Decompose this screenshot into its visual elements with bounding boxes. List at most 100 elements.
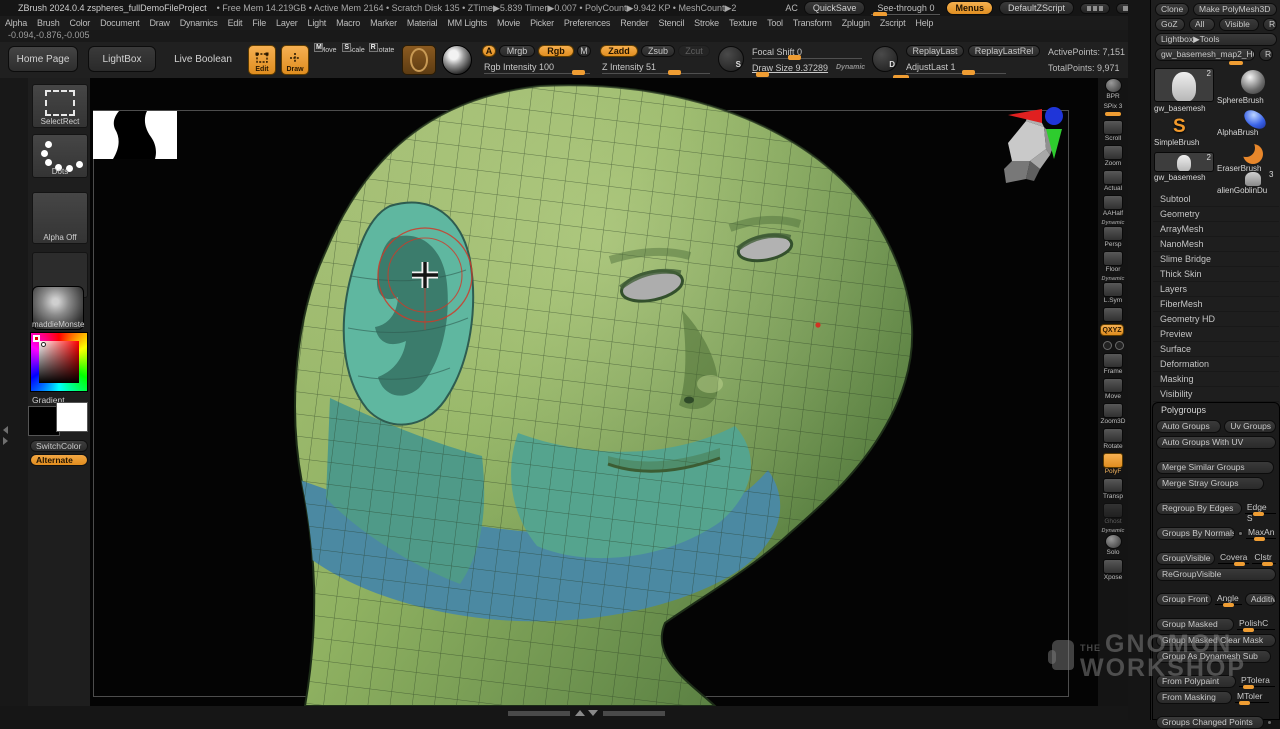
mask-tolerance-slider[interactable]: MToler xyxy=(1235,691,1269,703)
normals-radio-dot[interactable] xyxy=(1238,531,1243,536)
active-tool-r-button[interactable]: R xyxy=(1259,48,1273,61)
section-surface[interactable]: Surface xyxy=(1153,342,1279,357)
menu-dynamics[interactable]: Dynamics xyxy=(175,18,223,28)
section-layers[interactable]: Layers xyxy=(1153,282,1279,297)
see-through-slider[interactable]: See-through 0 xyxy=(871,2,940,15)
section-fibermesh[interactable]: FiberMesh xyxy=(1153,297,1279,312)
saturation-square[interactable] xyxy=(39,341,79,383)
rgb-toggle[interactable]: Rgb xyxy=(538,45,574,57)
focal-shift-nub[interactable] xyxy=(788,55,801,60)
basemesh-thumbnail[interactable]: 2 xyxy=(1154,152,1214,172)
camera-orientation-gizmo[interactable] xyxy=(990,105,1076,197)
solo-button[interactable]: DynamicSolo xyxy=(1100,528,1126,557)
menu-movie[interactable]: Movie xyxy=(492,18,525,28)
floor-button[interactable]: Floor xyxy=(1100,251,1126,274)
menus-button[interactable]: Menus xyxy=(946,1,993,15)
menu-render[interactable]: Render xyxy=(615,18,653,28)
coverage-slider[interactable]: Covera xyxy=(1218,552,1249,564)
zcut-toggle[interactable]: Zcut xyxy=(678,45,710,57)
mrgb-toggle[interactable]: Mrgb xyxy=(499,45,535,57)
frame-button[interactable]: Frame xyxy=(1100,353,1126,376)
angle-slider[interactable]: Angle xyxy=(1215,593,1242,605)
rgb-intensity-nub[interactable] xyxy=(572,70,585,75)
bpr-button[interactable]: BPR xyxy=(1100,78,1126,101)
make-polymesh3d-button[interactable]: Make PolyMesh3D xyxy=(1193,3,1277,16)
color-picker[interactable] xyxy=(30,332,88,392)
z-intensity-track[interactable] xyxy=(602,73,710,74)
regroup-by-edges-button[interactable]: Regroup By Edges xyxy=(1156,502,1242,515)
alternate-button[interactable]: Alternate xyxy=(30,454,88,466)
menu-light[interactable]: Light xyxy=(303,18,332,28)
section-arraymesh[interactable]: ArrayMesh xyxy=(1153,222,1279,237)
max-angle-slider[interactable]: MaxAn xyxy=(1246,527,1276,539)
auto-groups-with-uv-button[interactable]: Auto Groups With UV xyxy=(1156,436,1276,449)
home-page-button[interactable]: Home Page xyxy=(8,46,78,72)
actual-button[interactable]: Actual xyxy=(1100,170,1126,193)
spix-nub[interactable] xyxy=(1105,112,1121,116)
section-deformation[interactable]: Deformation xyxy=(1153,357,1279,372)
zadd-toggle[interactable]: Zadd xyxy=(600,45,638,57)
menu-zplugin[interactable]: Zplugin xyxy=(837,18,875,28)
uv-groups-button[interactable]: Uv Groups xyxy=(1224,420,1276,433)
menu-document[interactable]: Document xyxy=(95,18,144,28)
menu-texture[interactable]: Texture xyxy=(724,18,762,28)
from-polypaint-button[interactable]: From Polypaint xyxy=(1156,675,1236,688)
stroke-dots-button[interactable]: Dots xyxy=(32,134,88,178)
see-through-camera-button[interactable] xyxy=(1100,307,1126,322)
menu-stencil[interactable]: Stencil xyxy=(654,18,690,28)
menu-color[interactable]: Color xyxy=(65,18,96,28)
group-front-button[interactable]: Group Front xyxy=(1156,593,1212,606)
paint-tolerance-slider[interactable]: PTolera xyxy=(1239,675,1275,687)
a-toggle[interactable]: A xyxy=(482,45,496,57)
group-visible-button[interactable]: GroupVisible xyxy=(1156,552,1215,565)
rotate-mode-button[interactable]: R Rotate xyxy=(372,47,396,75)
move3d-button[interactable]: Move xyxy=(1100,378,1126,401)
section-geometry[interactable]: Geometry xyxy=(1153,207,1279,222)
focal-shift-track[interactable] xyxy=(752,58,862,59)
menu-edit[interactable]: Edit xyxy=(223,18,248,28)
menu-macro[interactable]: Macro xyxy=(331,18,365,28)
changed-points-radio-dot[interactable] xyxy=(1267,720,1272,725)
menu-stroke[interactable]: Stroke xyxy=(689,18,724,28)
lsym-button[interactable]: DynamicL.Sym xyxy=(1100,276,1126,305)
menu-preferences[interactable]: Preferences xyxy=(559,18,615,28)
menu-mm-lights[interactable]: MM Lights xyxy=(442,18,492,28)
m-toggle[interactable]: M xyxy=(577,45,591,57)
aahalf-button[interactable]: AAHalf xyxy=(1100,195,1126,218)
stroke-curve-icon[interactable]: S xyxy=(718,46,744,72)
section-thick-skin[interactable]: Thick Skin xyxy=(1153,267,1279,282)
menu-alpha[interactable]: Alpha xyxy=(0,18,32,28)
divider-bars-icon[interactable] xyxy=(1080,3,1110,14)
active-tool-thumbnail[interactable]: 2 xyxy=(1154,68,1214,102)
additive-button[interactable]: Additiv xyxy=(1245,593,1276,606)
eraser-brush-icon[interactable] xyxy=(1243,144,1263,164)
polish-slider[interactable]: PolishC xyxy=(1237,618,1275,630)
section-masking[interactable]: Masking xyxy=(1153,372,1279,387)
menu-file[interactable]: File xyxy=(247,18,271,28)
current-alpha-button[interactable] xyxy=(402,45,436,75)
regroup-visible-button[interactable]: ReGroupVisible xyxy=(1156,568,1276,581)
stroke-type-button[interactable]: SelectRect xyxy=(32,84,88,128)
qxyz-button[interactable]: QXYZ xyxy=(1100,324,1126,338)
adjust-last-slider[interactable]: AdjustLast 1 xyxy=(906,62,956,72)
sculpt-head-model[interactable] xyxy=(90,78,1098,706)
group-masked-button[interactable]: Group Masked xyxy=(1156,618,1234,631)
menu-picker[interactable]: Picker xyxy=(525,18,559,28)
visible-button[interactable]: Visible xyxy=(1219,18,1259,31)
spin-axis-icons[interactable] xyxy=(1103,341,1124,350)
draw-size-nub[interactable] xyxy=(756,72,769,77)
zoom-button[interactable]: Zoom xyxy=(1100,145,1126,168)
lightbox-tools-button[interactable]: Lightbox▶Tools xyxy=(1155,33,1277,46)
adjust-last-track[interactable] xyxy=(906,73,1006,74)
switch-color-button[interactable]: SwitchColor xyxy=(30,440,88,452)
menu-zscript[interactable]: Zscript xyxy=(875,18,911,28)
current-material-sphere[interactable] xyxy=(442,45,472,75)
rgb-intensity-slider[interactable]: Rgb Intensity 100 xyxy=(484,62,554,72)
group-masked-clear-mask-button[interactable]: Group Masked Clear Mask xyxy=(1156,634,1276,647)
transp-button[interactable]: Transp xyxy=(1100,478,1126,501)
section-visibility[interactable]: Visibility xyxy=(1153,387,1279,402)
menu-material[interactable]: Material xyxy=(402,18,442,28)
replay-last-button[interactable]: ReplayLast xyxy=(906,45,964,57)
menu-draw[interactable]: Draw xyxy=(144,18,174,28)
r-button[interactable]: R xyxy=(1263,18,1277,31)
